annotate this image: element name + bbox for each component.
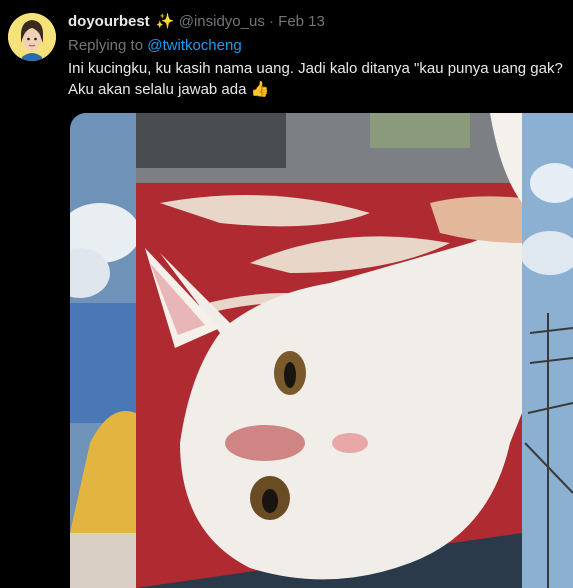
tweet-text: Ini kucingku, ku kasih nama uang. Jadi k… [68,58,568,100]
display-name[interactable]: doyourbest [68,13,150,30]
user-handle[interactable]: @insidyo_us [179,13,265,30]
thumbs-up-icon: 👍 [250,81,270,98]
reply-mention-link[interactable]: @twitkocheng [147,37,241,54]
cat-photo-image [70,113,573,588]
tweet-photo[interactable] [70,113,573,588]
avatar[interactable] [8,13,56,61]
separator-dot: · [269,13,274,30]
tweet[interactable]: doyourbest ✨ @insidyo_us · Feb 13 Replyi… [0,0,573,588]
tweet-text-line-2: Aku akan selalu jawab ada 👍 [68,79,568,100]
replying-prefix: Replying to [68,37,144,54]
tweet-text-line-1: Ini kucingku, ku kasih nama uang. Jadi k… [68,60,563,77]
tweet-header: doyourbest ✨ @insidyo_us · Feb 13 [68,12,565,32]
replying-to: Replying to @twitkocheng [68,36,242,56]
tweet-date[interactable]: Feb 13 [278,13,325,30]
cartoon-face-avatar-icon [8,13,56,61]
tweet-text-line-2-text: Aku akan selalu jawab ada [68,81,247,98]
sparkles-icon: ✨ [155,13,175,30]
